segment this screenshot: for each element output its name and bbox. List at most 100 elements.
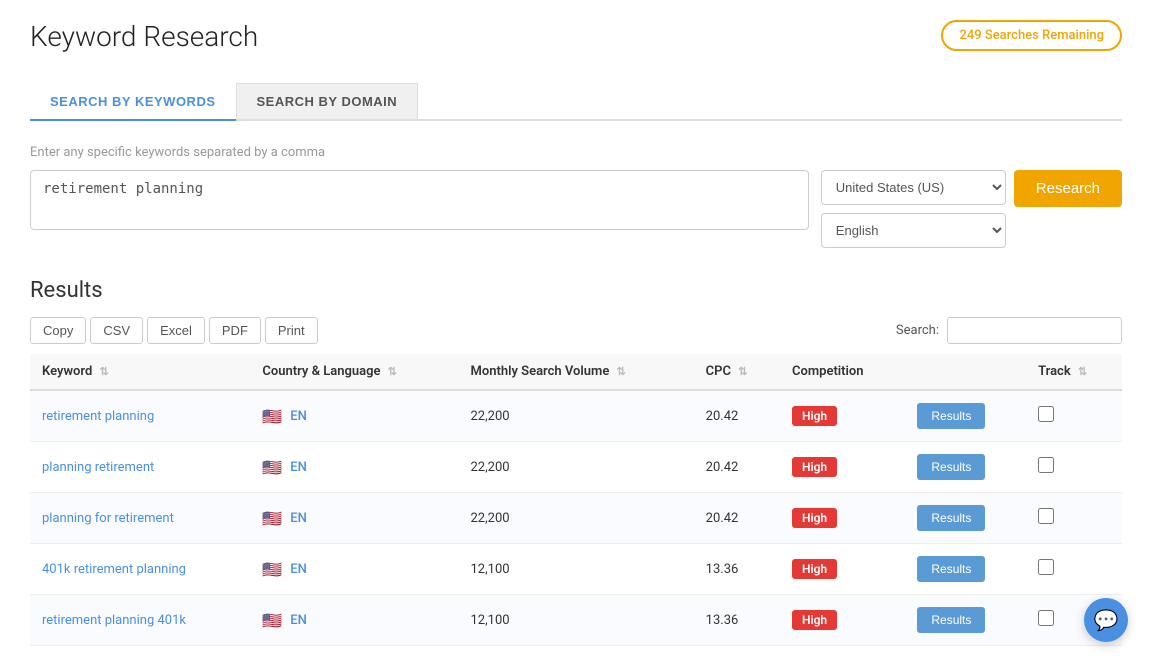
cell-action: Results	[905, 390, 1026, 442]
cell-competition: High	[780, 544, 905, 595]
col-cpc: CPC ⇅	[694, 354, 780, 390]
csv-button[interactable]: CSV	[90, 317, 143, 344]
cell-keyword: planning retirement	[30, 442, 250, 493]
cell-action: Results	[905, 544, 1026, 595]
lang-code: EN	[290, 460, 307, 475]
print-button[interactable]: Print	[265, 317, 318, 344]
tab-search-by-domain[interactable]: SEARCH BY DOMAIN	[236, 83, 419, 119]
table-row: retirement planning 🇺🇸 EN 22,200 20.42 H…	[30, 390, 1122, 442]
cell-keyword: 401k retirement planning	[30, 544, 250, 595]
cell-competition: High	[780, 442, 905, 493]
col-track: Track ⇅	[1026, 354, 1122, 390]
flag-icon: 🇺🇸	[262, 458, 282, 477]
chat-bubble[interactable]: 💬	[1084, 598, 1128, 642]
results-button[interactable]: Results	[917, 556, 985, 582]
lang-code: EN	[290, 613, 307, 628]
track-checkbox[interactable]	[1038, 457, 1054, 473]
col-action	[905, 354, 1026, 390]
table-row: planning for retirement 🇺🇸 EN 22,200 20.…	[30, 493, 1122, 544]
lang-code: EN	[290, 562, 307, 577]
cell-track	[1026, 493, 1122, 544]
keyword-link[interactable]: retirement planning 401k	[42, 613, 186, 628]
cell-cpc: 13.36	[694, 595, 780, 646]
search-label: Search:	[896, 323, 939, 338]
keyword-link[interactable]: retirement planning	[42, 409, 154, 424]
copy-button[interactable]: Copy	[30, 317, 86, 344]
cell-volume: 22,200	[458, 390, 693, 442]
cell-keyword: retirement planning 401k	[30, 595, 250, 646]
export-buttons: Copy CSV Excel PDF Print	[30, 317, 318, 344]
col-monthly-search-volume: Monthly Search Volume ⇅	[458, 354, 693, 390]
cell-track	[1026, 544, 1122, 595]
col-keyword: Keyword ⇅	[30, 354, 250, 390]
flag-icon: 🇺🇸	[262, 611, 282, 630]
cell-volume: 22,200	[458, 442, 693, 493]
col-competition: Competition	[780, 354, 905, 390]
track-checkbox[interactable]	[1038, 508, 1054, 524]
results-button[interactable]: Results	[917, 403, 985, 429]
results-toolbar: Copy CSV Excel PDF Print Search:	[30, 317, 1122, 344]
lang-code: EN	[290, 511, 307, 526]
country-select[interactable]: United States (US) United Kingdom (UK) C…	[821, 170, 1006, 205]
table-search-input[interactable]	[947, 317, 1122, 344]
table-header-row: Keyword ⇅ Country & Language ⇅ Monthly S…	[30, 354, 1122, 390]
cell-action: Results	[905, 493, 1026, 544]
results-button[interactable]: Results	[917, 607, 985, 633]
keyword-link[interactable]: planning retirement	[42, 460, 154, 475]
cell-volume: 12,100	[458, 544, 693, 595]
cell-action: Results	[905, 595, 1026, 646]
competition-badge: High	[792, 457, 837, 477]
flag-icon: 🇺🇸	[262, 509, 282, 528]
competition-badge: High	[792, 508, 837, 528]
cell-volume: 22,200	[458, 493, 693, 544]
cell-keyword: planning for retirement	[30, 493, 250, 544]
flag-icon: 🇺🇸	[262, 407, 282, 426]
keyword-link[interactable]: planning for retirement	[42, 511, 174, 526]
cell-country-language: 🇺🇸 EN	[250, 493, 458, 544]
cell-track	[1026, 442, 1122, 493]
excel-button[interactable]: Excel	[147, 317, 205, 344]
searches-remaining-badge: 249 Searches Remaining	[941, 20, 1122, 51]
cell-competition: High	[780, 390, 905, 442]
cell-track	[1026, 390, 1122, 442]
language-select[interactable]: English French Spanish German	[821, 213, 1006, 248]
cell-cpc: 20.42	[694, 442, 780, 493]
results-button[interactable]: Results	[917, 454, 985, 480]
table-row: retirement planning 401k 🇺🇸 EN 12,100 13…	[30, 595, 1122, 646]
cell-country-language: 🇺🇸 EN	[250, 442, 458, 493]
track-checkbox[interactable]	[1038, 406, 1054, 422]
flag-icon: 🇺🇸	[262, 560, 282, 579]
cell-cpc: 20.42	[694, 390, 780, 442]
search-controls: United States (US) United Kingdom (UK) C…	[821, 170, 1122, 248]
cell-cpc: 13.36	[694, 544, 780, 595]
results-table: Keyword ⇅ Country & Language ⇅ Monthly S…	[30, 354, 1122, 646]
keyword-input[interactable]: retirement planning	[30, 170, 809, 230]
tab-search-by-keywords[interactable]: SEARCH BY KEYWORDS	[30, 83, 236, 121]
table-row: 401k retirement planning 🇺🇸 EN 12,100 13…	[30, 544, 1122, 595]
lang-code: EN	[290, 409, 307, 424]
pdf-button[interactable]: PDF	[209, 317, 261, 344]
chat-icon: 💬	[1094, 608, 1119, 632]
competition-badge: High	[792, 559, 837, 579]
search-row: retirement planning United States (US) U…	[30, 170, 1122, 248]
cell-competition: High	[780, 493, 905, 544]
results-button[interactable]: Results	[917, 505, 985, 531]
track-checkbox[interactable]	[1038, 559, 1054, 575]
keyword-link[interactable]: 401k retirement planning	[42, 562, 186, 577]
search-description: Enter any specific keywords separated by…	[30, 145, 1122, 160]
cell-country-language: 🇺🇸 EN	[250, 390, 458, 442]
cell-keyword: retirement planning	[30, 390, 250, 442]
cell-country-language: 🇺🇸 EN	[250, 595, 458, 646]
results-title: Results	[30, 278, 1122, 303]
cell-cpc: 20.42	[694, 493, 780, 544]
cell-action: Results	[905, 442, 1026, 493]
cell-competition: High	[780, 595, 905, 646]
cell-volume: 12,100	[458, 595, 693, 646]
col-country-language: Country & Language ⇅	[250, 354, 458, 390]
competition-badge: High	[792, 406, 837, 426]
table-row: planning retirement 🇺🇸 EN 22,200 20.42 H…	[30, 442, 1122, 493]
track-checkbox[interactable]	[1038, 610, 1054, 626]
research-button[interactable]: Research	[1014, 170, 1122, 207]
cell-country-language: 🇺🇸 EN	[250, 544, 458, 595]
page-title: Keyword Research	[30, 20, 258, 53]
